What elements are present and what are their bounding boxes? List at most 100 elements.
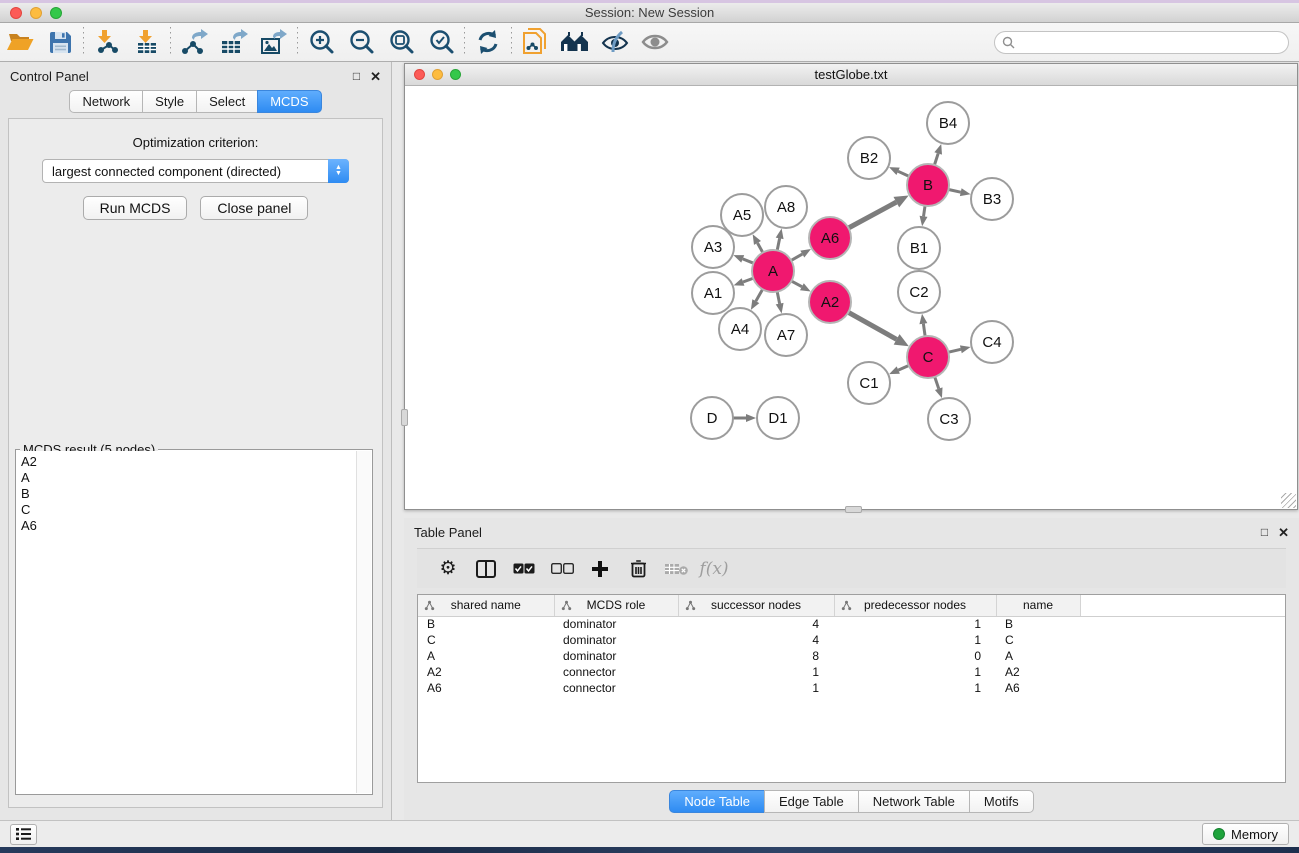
graph-node-B2[interactable]: B2 <box>848 137 890 179</box>
function-builder-icon[interactable]: f(x) <box>697 554 731 584</box>
graph-node-B3[interactable]: B3 <box>971 178 1013 220</box>
column-header-shared-name[interactable]: shared name <box>418 595 554 616</box>
graph-node-D1[interactable]: D1 <box>757 397 799 439</box>
graph-node-C4[interactable]: C4 <box>971 321 1013 363</box>
tab-motifs[interactable]: Motifs <box>969 790 1034 813</box>
settings-gear-icon[interactable]: ⚙ <box>431 554 465 584</box>
table-row[interactable]: Adominator80A <box>418 648 1285 664</box>
new-network-from-file-icon[interactable] <box>515 25 555 59</box>
graph-edge[interactable] <box>791 281 801 287</box>
tab-style[interactable]: Style <box>142 90 197 113</box>
split-columns-icon[interactable] <box>469 554 503 584</box>
graph-node-C[interactable]: C <box>907 336 949 378</box>
zoom-fit-icon[interactable] <box>381 25 421 59</box>
graph-node-B4[interactable]: B4 <box>927 102 969 144</box>
graph-node-C3[interactable]: C3 <box>928 398 970 440</box>
graph-edge[interactable] <box>743 259 754 263</box>
graph-edge[interactable] <box>923 324 925 337</box>
resize-grip-icon[interactable] <box>1281 493 1296 508</box>
graph-edge[interactable] <box>777 238 779 250</box>
result-scrollbar[interactable] <box>356 451 371 793</box>
task-history-button[interactable] <box>10 824 37 845</box>
tab-edge-table[interactable]: Edge Table <box>764 790 859 813</box>
add-column-icon[interactable] <box>583 554 617 584</box>
table-row[interactable]: Bdominator41B <box>418 616 1285 632</box>
close-panel-button[interactable]: Close panel <box>200 196 308 220</box>
table-row[interactable]: A6connector11A6 <box>418 680 1285 696</box>
float-table-panel-icon[interactable]: □ <box>1261 526 1268 538</box>
result-list-item[interactable]: A <box>21 470 356 486</box>
export-network-icon[interactable] <box>174 25 214 59</box>
graph-edge[interactable] <box>777 292 779 304</box>
run-mcds-button[interactable]: Run MCDS <box>83 196 188 220</box>
graph-node-D[interactable]: D <box>691 397 733 439</box>
table-row[interactable]: A2connector11A2 <box>418 664 1285 680</box>
close-panel-icon[interactable]: ✕ <box>370 70 381 83</box>
float-panel-icon[interactable]: □ <box>353 70 360 82</box>
zoom-selected-icon[interactable] <box>421 25 461 59</box>
deselect-all-checkboxes-icon[interactable] <box>545 554 579 584</box>
memory-button[interactable]: Memory <box>1202 823 1289 845</box>
graph-node-A8[interactable]: A8 <box>765 186 807 228</box>
show-eye-icon[interactable] <box>635 25 675 59</box>
splitter-handle-left[interactable] <box>401 409 408 426</box>
network-canvas[interactable]: AA1A2A3A4A5A6A7A8BB1B2B3B4CC1C2C3C4DD1 <box>405 86 1297 509</box>
close-table-panel-icon[interactable]: ✕ <box>1278 526 1289 539</box>
graph-edge[interactable] <box>757 243 762 253</box>
export-image-icon[interactable] <box>254 25 294 59</box>
graph-node-C2[interactable]: C2 <box>898 271 940 313</box>
select-all-checkboxes-icon[interactable] <box>507 554 541 584</box>
refresh-icon[interactable] <box>468 25 508 59</box>
splitter-handle-bottom[interactable] <box>845 506 862 513</box>
tab-network-table[interactable]: Network Table <box>858 790 970 813</box>
graph-node-B[interactable]: B <box>907 164 949 206</box>
export-table-icon[interactable] <box>214 25 254 59</box>
network-window-titlebar[interactable]: testGlobe.txt <box>405 64 1297 86</box>
graph-edge[interactable] <box>756 289 763 301</box>
graph-node-A2[interactable]: A2 <box>809 281 851 323</box>
zoom-out-icon[interactable] <box>341 25 381 59</box>
mcds-result-list[interactable]: A2ABCA6 <box>17 451 356 793</box>
graph-edge[interactable] <box>948 349 960 352</box>
graph-node-B1[interactable]: B1 <box>898 227 940 269</box>
graph-node-C1[interactable]: C1 <box>848 362 890 404</box>
search-input[interactable] <box>994 31 1289 54</box>
result-list-item[interactable]: A2 <box>21 454 356 470</box>
hide-panels-eye-icon[interactable] <box>595 25 635 59</box>
result-list-item[interactable]: A6 <box>21 518 356 534</box>
graph-edge[interactable] <box>898 171 909 176</box>
graph-node-A3[interactable]: A3 <box>692 226 734 268</box>
graph-node-A1[interactable]: A1 <box>692 272 734 314</box>
graph-edge[interactable] <box>898 365 909 370</box>
tab-mcds[interactable]: MCDS <box>257 90 321 113</box>
zoom-in-icon[interactable] <box>301 25 341 59</box>
graph-edge[interactable] <box>935 377 939 389</box>
graph-edge[interactable] <box>924 206 926 217</box>
graph-node-A6[interactable]: A6 <box>809 217 851 259</box>
column-header-mcds-role[interactable]: MCDS role <box>554 595 678 616</box>
home-icon[interactable] <box>555 25 595 59</box>
graph-node-A4[interactable]: A4 <box>719 308 761 350</box>
table-header-row[interactable]: shared name MCDS role successor nodes pr… <box>418 595 1285 616</box>
graph-edge[interactable] <box>743 278 753 282</box>
delete-column-icon[interactable] <box>621 554 655 584</box>
column-header-successor-nodes[interactable]: successor nodes <box>678 595 834 616</box>
import-table-icon[interactable] <box>127 25 167 59</box>
result-list-item[interactable]: C <box>21 502 356 518</box>
tab-node-table[interactable]: Node Table <box>669 790 765 813</box>
tab-network[interactable]: Network <box>69 90 143 113</box>
graph-node-A5[interactable]: A5 <box>721 194 763 236</box>
graph-node-A7[interactable]: A7 <box>765 314 807 356</box>
column-header-predecessor-nodes[interactable]: predecessor nodes <box>834 595 996 616</box>
result-list-item[interactable]: B <box>21 486 356 502</box>
import-network-icon[interactable] <box>87 25 127 59</box>
graph-edge[interactable] <box>848 312 896 339</box>
graph-edge[interactable] <box>934 153 938 165</box>
tab-select[interactable]: Select <box>196 90 258 113</box>
graph-edge[interactable] <box>791 254 802 260</box>
graph-edge[interactable] <box>949 189 961 192</box>
table-row[interactable]: Cdominator41C <box>418 632 1285 648</box>
column-header-name[interactable]: name <box>996 595 1080 616</box>
criterion-dropdown[interactable]: largest connected component (directed) ▲… <box>42 159 349 183</box>
save-session-icon[interactable] <box>40 25 80 59</box>
